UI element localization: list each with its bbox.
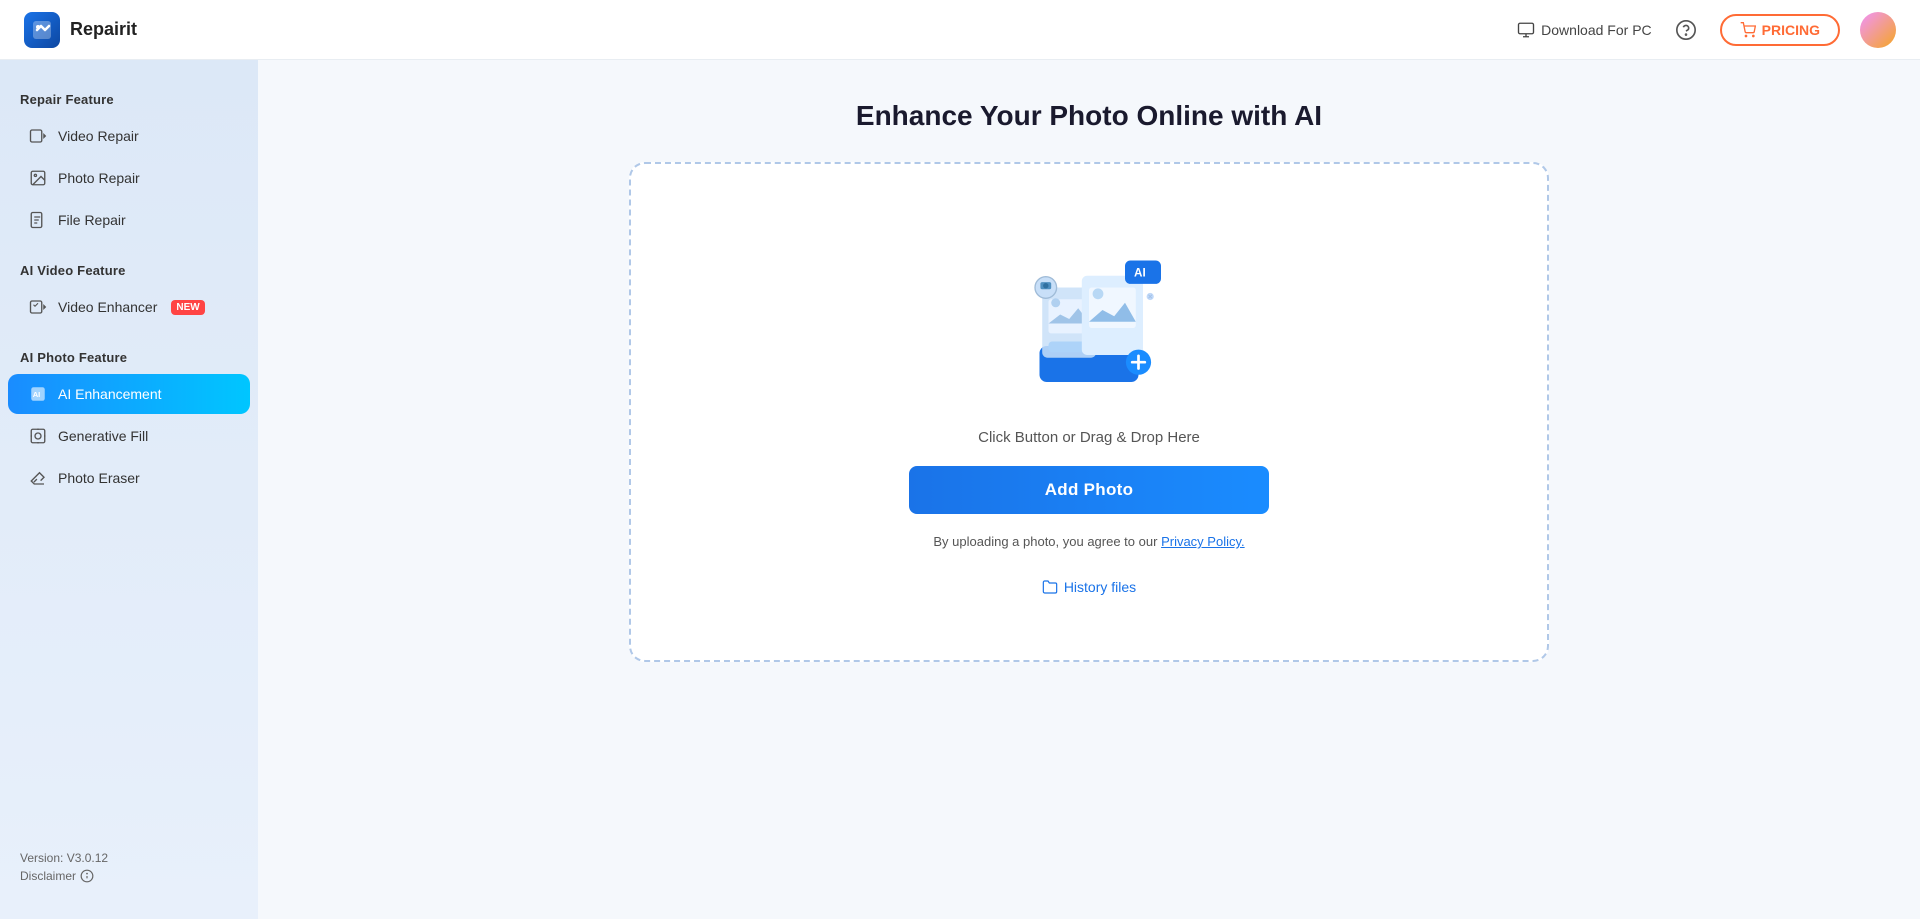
logo-area: Repairit	[24, 12, 137, 48]
content-area: Enhance Your Photo Online with AI	[258, 60, 1920, 919]
generative-fill-icon	[28, 426, 48, 446]
repair-feature-section-label: Repair Feature	[0, 80, 258, 115]
ai-photo-feature-section-label: AI Photo Feature	[0, 338, 258, 373]
cart-icon	[1740, 22, 1756, 38]
upload-box[interactable]: AI Click Button or Drag & Drop Here Add …	[629, 162, 1549, 662]
main-layout: Repair Feature Video Repair Photo Repair	[0, 60, 1920, 919]
header-right: Download For PC PRICING	[1517, 12, 1896, 48]
page-title: Enhance Your Photo Online with AI	[856, 100, 1322, 132]
photo-eraser-label: Photo Eraser	[58, 470, 140, 486]
photo-eraser-icon	[28, 468, 48, 488]
download-for-pc-button[interactable]: Download For PC	[1517, 21, 1652, 39]
header: Repairit Download For PC PRICING	[0, 0, 1920, 60]
sidebar-item-video-enhancer[interactable]: Video Enhancer NEW	[8, 287, 250, 327]
file-repair-label: File Repair	[58, 212, 126, 228]
help-button[interactable]	[1672, 16, 1700, 44]
ai-video-feature-section-label: AI Video Feature	[0, 251, 258, 286]
sidebar-item-video-repair[interactable]: Video Repair	[8, 116, 250, 156]
ai-enhancement-label: AI Enhancement	[58, 386, 162, 402]
app-name: Repairit	[70, 19, 137, 40]
version-text: Version: V3.0.12	[20, 851, 238, 865]
sidebar-item-ai-enhancement[interactable]: AI AI Enhancement	[8, 374, 250, 414]
pricing-button[interactable]: PRICING	[1720, 14, 1840, 46]
video-enhancer-label: Video Enhancer	[58, 299, 157, 315]
history-files-link[interactable]: History files	[1042, 579, 1136, 595]
video-enhancer-icon	[28, 297, 48, 317]
sidebar-item-photo-eraser[interactable]: Photo Eraser	[8, 458, 250, 498]
video-repair-icon	[28, 126, 48, 146]
sidebar-item-generative-fill[interactable]: Generative Fill	[8, 416, 250, 456]
sidebar-footer: Version: V3.0.12 Disclaimer	[0, 835, 258, 899]
upload-illustration: AI	[999, 229, 1179, 409]
sidebar-item-photo-repair[interactable]: Photo Repair	[8, 158, 250, 198]
svg-text:AI: AI	[33, 390, 41, 399]
sidebar-item-file-repair[interactable]: File Repair	[8, 200, 250, 240]
avatar[interactable]	[1860, 12, 1896, 48]
video-repair-label: Video Repair	[58, 128, 139, 144]
privacy-policy-link[interactable]: Privacy Policy.	[1161, 534, 1245, 549]
sidebar: Repair Feature Video Repair Photo Repair	[0, 60, 258, 919]
add-photo-button[interactable]: Add Photo	[909, 466, 1269, 514]
logo-icon	[24, 12, 60, 48]
svg-text:AI: AI	[1134, 267, 1146, 280]
monitor-icon	[1517, 21, 1535, 39]
photo-repair-icon	[28, 168, 48, 188]
info-icon	[80, 869, 94, 883]
disclaimer-button[interactable]: Disclaimer	[20, 869, 238, 883]
file-repair-icon	[28, 210, 48, 230]
upload-hint: Click Button or Drag & Drop Here	[978, 429, 1200, 446]
folder-icon	[1042, 579, 1058, 595]
photo-repair-label: Photo Repair	[58, 170, 140, 186]
generative-fill-label: Generative Fill	[58, 428, 148, 444]
new-badge: NEW	[171, 300, 204, 315]
privacy-text: By uploading a photo, you agree to our P…	[933, 534, 1244, 549]
ai-enhancement-icon: AI	[28, 384, 48, 404]
